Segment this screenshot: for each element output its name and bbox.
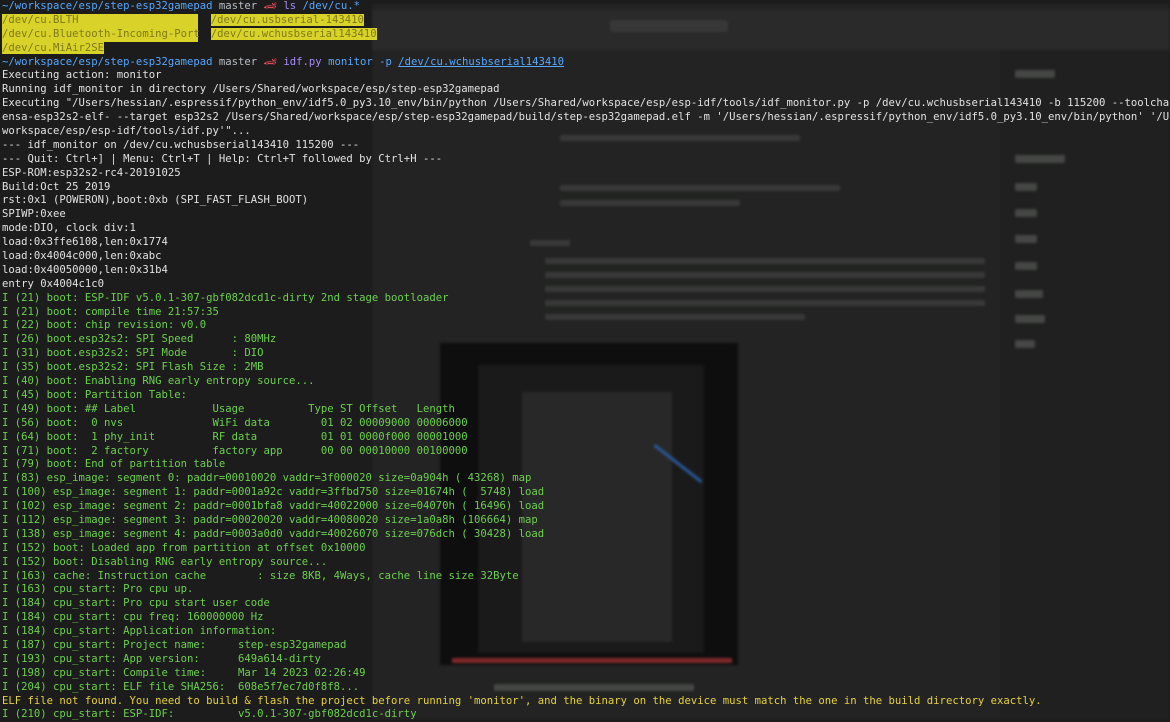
output-line: I (71) boot: 2 factory factory app 00 00… (2, 444, 468, 457)
output-line: I (21) boot: compile time 21:57:35 (2, 305, 219, 318)
output-line: rst:0x1 (POWERON),boot:0xb (SPI_FAST_FLA… (2, 194, 309, 207)
output-line: I (49) boot: ## Label Usage Type ST Offs… (2, 402, 455, 415)
output-line: ESP-ROM:esp32s2-rc4-20191025 (2, 166, 181, 179)
output-line: ELF file not found. You need to build & … (2, 694, 1042, 707)
output-line: I (198) cpu_start: Compile time: Mar 14 … (2, 666, 366, 679)
output-line: workspace/esp/esp-idf/tools/idf.py'"... (2, 125, 251, 138)
output-line: I (31) boot.esp32s2: SPI Mode : DIO (2, 347, 264, 360)
prompt-branch: master (218, 0, 258, 12)
device-path[interactable]: /dev/cu.MiAir2SE (2, 41, 105, 54)
output-line: I (163) cache: Instruction cache : size … (2, 569, 519, 582)
command-name: idf.py (283, 55, 322, 68)
device-path[interactable]: /dev/cu.wchusbserial143410 (210, 27, 377, 40)
output-line: entry 0x4004c1c0 (2, 277, 105, 290)
device-path[interactable]: /dev/cu.usbserial-143410 (210, 13, 364, 26)
output-line: I (152) boot: Loaded app from partition … (2, 541, 366, 554)
output-line: I (79) boot: End of partition table (2, 458, 226, 471)
output-line: I (102) esp_image: segment 2: paddr=0001… (2, 500, 545, 513)
output-line: ensa-esp32s2-elf- --target esp32s2 /User… (2, 111, 1170, 124)
output-line: I (64) boot: 1 phy_init RF data 01 01 00… (2, 430, 468, 443)
output-line: I (35) boot.esp32s2: SPI Flash Size : 2M… (2, 361, 264, 374)
serial-port-link[interactable]: /dev/cu.wchusbserial143410 (398, 56, 564, 68)
output-line: --- Quit: Ctrl+] | Menu: Ctrl+T | Help: … (2, 152, 443, 165)
output-line: I (138) esp_image: segment 4: paddr=0003… (2, 527, 545, 540)
output-line: load:0x4004c000,len:0xabc (2, 250, 162, 263)
ls-output-row: /dev/cu.BLTH /dev/cu.usbserial-143410 (0, 13, 1170, 28)
ls-output-row: /dev/cu.Bluetooth-Incoming-Port /dev/cu.… (0, 27, 1170, 42)
output-line: Executing "/Users/hessian/.espressif/pyt… (2, 97, 1170, 110)
output-line: I (100) esp_image: segment 1: paddr=0001… (2, 486, 545, 499)
output-line: Executing action: monitor (2, 69, 162, 82)
output-line: load:0x3ffe6108,len:0x1774 (2, 236, 168, 249)
output-line: I (184) cpu_start: cpu freq: 160000000 H… (2, 611, 264, 624)
output-line: mode:DIO, clock div:1 (2, 222, 136, 235)
output-line: Running idf_monitor in directory /Users/… (2, 83, 500, 96)
command-args: monitor -p (328, 55, 392, 68)
prompt-line: ~/workspace/esp/step-esp32gamepad master… (0, 56, 1170, 70)
monitor-output: Executing action: monitor Running idf_mon… (0, 69, 1170, 722)
command-args: /dev/cu.* (302, 0, 360, 12)
output-line: I (21) boot: ESP-IDF v5.0.1-307-gbf082dc… (2, 291, 449, 304)
output-line: load:0x40050000,len:0x31b4 (2, 263, 168, 276)
output-line: I (112) esp_image: segment 3: paddr=0002… (2, 513, 538, 526)
output-line: SPIWP:0xee (2, 208, 66, 221)
car-icon: 🏎 (263, 55, 277, 68)
output-line: I (152) boot: Disabling RNG early entrop… (2, 555, 328, 568)
terminal[interactable]: ~/workspace/esp/step-esp32gamepad master… (0, 0, 1170, 720)
output-line: I (184) cpu_start: Pro cpu start user co… (2, 597, 270, 610)
output-line: I (184) cpu_start: Application informati… (2, 625, 277, 638)
output-line: I (204) cpu_start: ELF file SHA256: 608e… (2, 680, 360, 693)
output-line: I (56) boot: 0 nvs WiFi data 01 02 00009… (2, 416, 468, 429)
output-line: --- idf_monitor on /dev/cu.wchusbserial1… (2, 138, 360, 151)
device-path[interactable]: /dev/cu.Bluetooth-Incoming-Port (2, 27, 200, 42)
output-line: I (26) boot.esp32s2: SPI Speed : 80MHz (2, 333, 277, 346)
output-line: I (83) esp_image: segment 0: paddr=00010… (2, 472, 532, 485)
prompt-path: ~/workspace/esp/step-esp32gamepad (2, 0, 213, 12)
ls-output-row: /dev/cu.MiAir2SE (0, 41, 1170, 56)
prompt-line: ~/workspace/esp/step-esp32gamepad master… (0, 0, 1170, 14)
output-line: Build:Oct 25 2019 (2, 180, 111, 193)
prompt-path: ~/workspace/esp/step-esp32gamepad (2, 55, 213, 68)
car-icon: 🏎 (263, 0, 277, 12)
output-line: I (40) boot: Enabling RNG early entropy … (2, 375, 315, 388)
command-name: ls (283, 0, 297, 12)
output-line: I (45) boot: Partition Table: (2, 388, 187, 401)
device-path[interactable]: /dev/cu.BLTH (2, 13, 198, 28)
output-line: I (163) cpu_start: Pro cpu up. (2, 583, 194, 596)
output-line: I (193) cpu_start: App version: 649a614-… (2, 652, 321, 665)
output-line: I (187) cpu_start: Project name: step-es… (2, 638, 347, 651)
prompt-branch: master (218, 55, 258, 68)
output-line: I (22) boot: chip revision: v0.0 (2, 319, 207, 332)
